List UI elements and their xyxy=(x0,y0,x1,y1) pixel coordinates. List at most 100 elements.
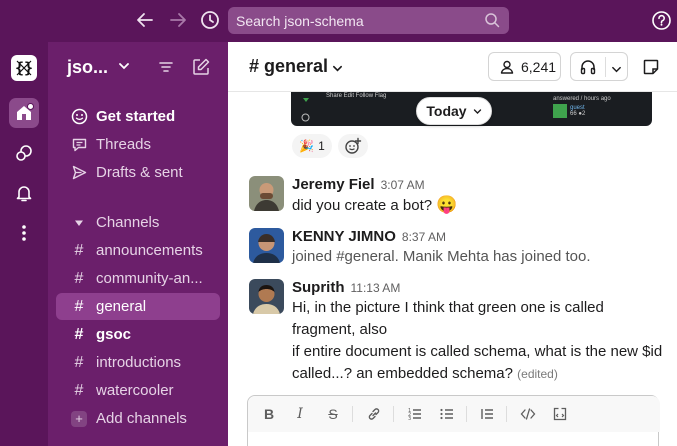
channels-section-header[interactable]: Channels xyxy=(56,209,220,236)
embed-answered: answered / hours ago xyxy=(553,96,611,102)
filter-icon[interactable] xyxy=(156,57,176,77)
channel-main: # general 6,241 Share Edit Follow Flag a… xyxy=(228,42,677,446)
reaction-party[interactable]: 🎉 1 xyxy=(292,134,332,158)
embed-meta: answered / hours ago guest 66 ●2 xyxy=(553,96,611,118)
author-name[interactable]: KENNY JIMNO xyxy=(292,228,396,245)
canvas-icon[interactable] xyxy=(636,52,666,81)
sidebar-item-threads[interactable]: Threads xyxy=(56,131,220,158)
channel-title[interactable]: # general xyxy=(249,56,328,77)
author-name[interactable]: Suprith xyxy=(292,279,345,296)
compose-icon[interactable] xyxy=(191,57,211,77)
message-line-last: called...? an embedded schema? (edited) xyxy=(292,363,664,385)
back-arrow-icon[interactable] xyxy=(134,9,156,31)
channel-label: introductions xyxy=(96,354,182,371)
chevron-down-icon xyxy=(473,107,482,116)
sidebar-item-introductions[interactable]: # introductions xyxy=(56,349,220,376)
message-line: Hi, in the picture I think that green on… xyxy=(292,299,604,316)
avatar[interactable] xyxy=(249,279,284,314)
workspace-name[interactable]: jso... xyxy=(67,57,108,78)
link-icon[interactable] xyxy=(364,404,384,424)
help-icon[interactable] xyxy=(651,10,672,36)
activity-bell-icon[interactable] xyxy=(9,178,39,208)
chevron-down-icon[interactable] xyxy=(332,61,343,79)
history-clock-icon[interactable] xyxy=(199,9,221,31)
sidebar-item-community[interactable]: # community-an... xyxy=(56,265,220,292)
message-composer[interactable]: B I S 123 xyxy=(247,395,660,446)
more-vertical-icon[interactable] xyxy=(9,218,39,248)
divider xyxy=(605,57,606,77)
message-time[interactable]: 11:13 AM xyxy=(351,281,401,295)
scroll-arrow-icon xyxy=(301,92,311,110)
add-reaction-icon[interactable] xyxy=(338,134,368,158)
bullet-list-icon[interactable] xyxy=(437,404,457,424)
embed-score: 66 ●2 xyxy=(570,111,586,117)
toolbar-divider xyxy=(466,406,467,422)
channel-label: community-an... xyxy=(96,270,203,287)
avatar[interactable] xyxy=(249,228,284,263)
headphones-icon xyxy=(579,58,597,81)
message-line: fragment, also xyxy=(292,321,388,338)
dms-icon[interactable] xyxy=(9,138,39,168)
home-icon[interactable] xyxy=(9,98,39,128)
chevron-down-icon[interactable] xyxy=(611,62,622,80)
top-bar: Search json-schema xyxy=(0,0,677,42)
hash-icon: # xyxy=(74,353,84,371)
message-time[interactable]: 8:37 AM xyxy=(402,230,446,244)
channels-header-label: Channels xyxy=(96,214,160,231)
hash-icon: # xyxy=(74,297,84,315)
strikethrough-icon[interactable]: S xyxy=(323,404,343,424)
members-button[interactable]: 6,241 xyxy=(488,52,561,81)
channel-label: gsoc xyxy=(96,326,132,343)
sidebar-item-general[interactable]: # general xyxy=(56,293,220,320)
message-body: Hi, in the picture I think that green on… xyxy=(292,297,664,385)
sidebar-item-drafts-sent[interactable]: Drafts & sent xyxy=(56,159,220,186)
tongue-emoji: 😛 xyxy=(436,195,458,214)
toolbar-divider xyxy=(393,406,394,422)
huddle-button[interactable] xyxy=(570,52,628,81)
search-placeholder: Search json-schema xyxy=(236,13,364,29)
sidebar-item-watercooler[interactable]: # watercooler xyxy=(56,377,220,404)
hash-icon: # xyxy=(74,241,84,259)
search-input[interactable]: Search json-schema xyxy=(228,7,509,34)
party-emoji: 🎉 xyxy=(299,139,315,153)
embed-user-row: guest 66 ●2 xyxy=(553,104,611,118)
sidebar-item-label: Drafts & sent xyxy=(96,164,183,181)
ordered-list-icon[interactable]: 123 xyxy=(405,404,425,424)
smiley-icon xyxy=(68,108,90,125)
bold-icon[interactable]: B xyxy=(259,404,279,424)
sidebar-item-gsoc[interactable]: # gsoc xyxy=(56,321,220,348)
channel-label: watercooler xyxy=(96,382,174,399)
message-author[interactable]: Jeremy Fiel 3:07 AM xyxy=(292,176,425,193)
formatting-toolbar: B I S 123 xyxy=(248,396,660,432)
svg-text:3: 3 xyxy=(408,416,411,422)
workspace-logo-icon[interactable]: {} xyxy=(11,55,37,81)
hash-icon: # xyxy=(74,325,84,343)
code-block-icon[interactable] xyxy=(550,404,570,424)
italic-icon[interactable]: I xyxy=(290,404,310,424)
message-line: called...? an embedded schema? xyxy=(292,365,513,382)
message-author[interactable]: KENNY JIMNO 8:37 AM xyxy=(292,228,446,245)
avatar[interactable] xyxy=(249,176,284,211)
history-icon xyxy=(301,109,310,127)
sidebar-item-get-started[interactable]: Get started xyxy=(56,103,220,130)
member-count: 6,241 xyxy=(521,58,557,75)
message-line: if entire document is called schema, wha… xyxy=(292,343,663,360)
add-channels-label: Add channels xyxy=(96,410,187,427)
message-body: did you create a bot? 😛 xyxy=(292,194,664,217)
search-icon xyxy=(484,12,500,33)
forward-arrow-icon[interactable] xyxy=(167,9,189,31)
code-icon[interactable] xyxy=(518,404,538,424)
add-channels-button[interactable]: + Add channels xyxy=(56,405,220,432)
channel-sidebar: jso... Get started Threads Drafts & sent… xyxy=(48,42,228,446)
date-divider-today[interactable]: Today xyxy=(416,97,492,125)
blockquote-icon[interactable] xyxy=(477,404,497,424)
chevron-down-icon[interactable] xyxy=(118,59,130,77)
message-author[interactable]: Suprith 11:13 AM xyxy=(292,279,400,296)
message-text: did you create a bot? xyxy=(292,197,433,214)
sidebar-item-announcements[interactable]: # announcements xyxy=(56,237,220,264)
author-name[interactable]: Jeremy Fiel xyxy=(292,176,375,193)
channel-header: # general 6,241 xyxy=(228,42,677,92)
message-time[interactable]: 3:07 AM xyxy=(381,178,425,192)
reaction-count: 1 xyxy=(318,139,325,153)
edited-label: (edited) xyxy=(517,367,558,381)
